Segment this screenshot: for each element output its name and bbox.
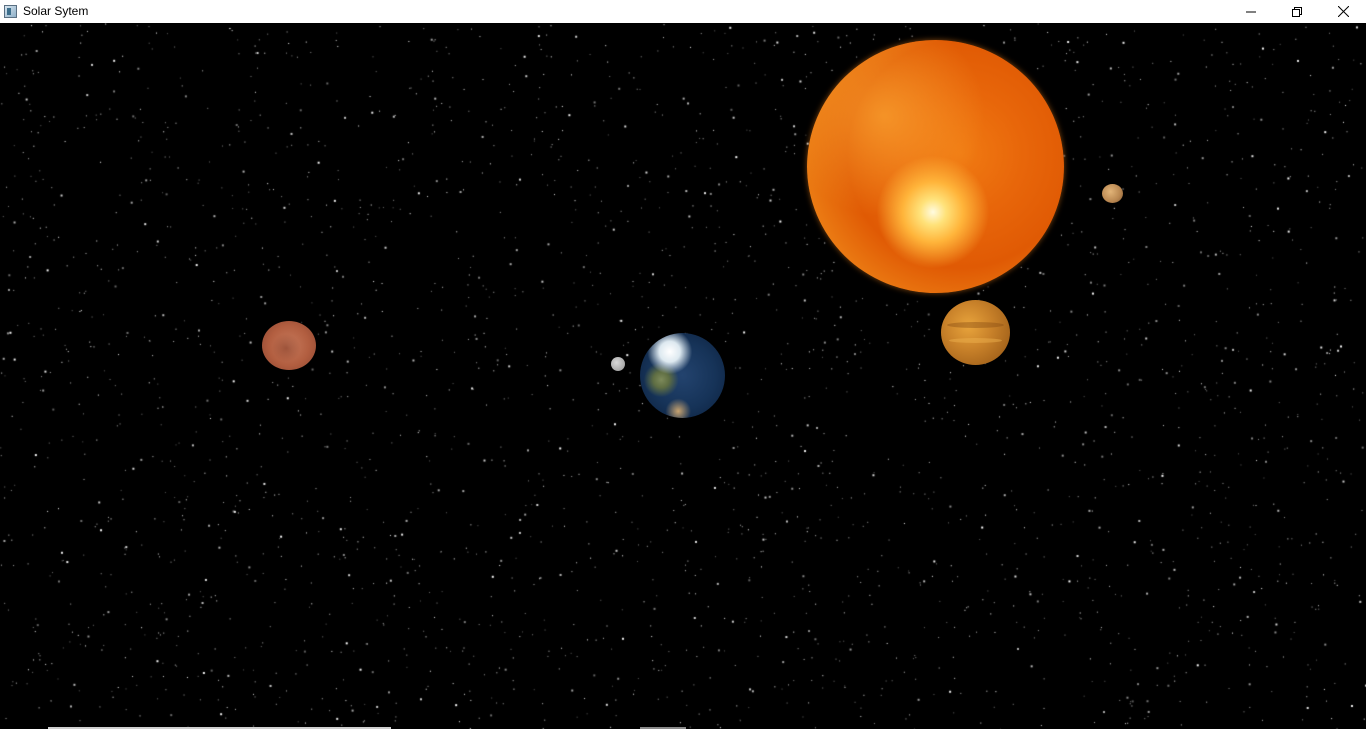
close-button[interactable] [1320,0,1366,23]
minimize-button[interactable] [1228,0,1274,23]
small-planet [1102,184,1123,203]
app-window: Solar Sytem [0,0,1366,729]
jupiter [941,300,1010,365]
earth [640,333,725,418]
restore-icon [1292,6,1302,17]
close-icon [1337,6,1349,17]
title-bar[interactable]: Solar Sytem [0,0,1366,23]
sun [807,40,1064,293]
window-title: Solar Sytem [23,4,89,18]
minimize-icon [1246,11,1256,12]
mars [262,321,316,370]
restore-button[interactable] [1274,0,1320,23]
app-window-icon[interactable] [4,5,17,18]
moon [611,357,625,371]
3d-viewport[interactable] [0,23,1366,729]
caption-buttons [1228,0,1366,23]
